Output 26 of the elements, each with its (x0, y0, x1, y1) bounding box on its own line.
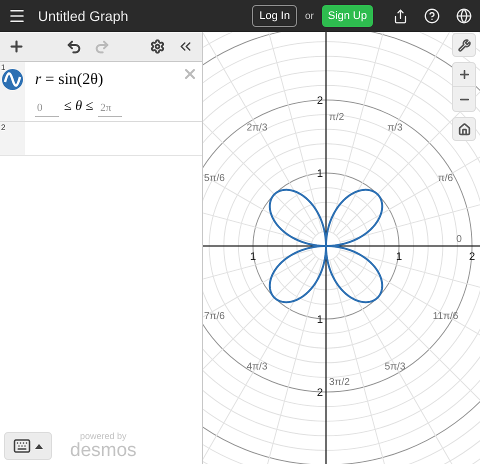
angle-label: 4π/3 (246, 362, 268, 372)
powered-by-text: powered by (80, 432, 127, 441)
or-text: or (304, 10, 314, 24)
angle-label: 5π/6 (204, 173, 225, 184)
axis-tick-label: 2 (316, 387, 323, 399)
line-number: 2 (1, 122, 6, 134)
angle-label: 7π/6 (204, 311, 225, 322)
desmos-logo-text: desmos (70, 441, 137, 460)
angle-label: 0 (456, 234, 462, 245)
axis-tick-label: 2 (468, 251, 476, 263)
axis-tick-label: 1 (316, 168, 323, 180)
domain-inequality: ≤ θ ≤ (64, 98, 94, 116)
angle-label: 5π/3 (384, 362, 406, 372)
line-number: 1 (1, 62, 6, 74)
axis-tick-label: 2 (316, 95, 323, 107)
angle-label: π/6 (438, 173, 454, 184)
axis-tick-label: 1 (316, 314, 323, 326)
graph-title: Untitled Graph (38, 6, 128, 26)
angle-label: 3π/2 (329, 377, 350, 388)
angle-label: 2π/3 (246, 122, 268, 134)
angle-label: π/2 (329, 112, 344, 123)
angle-label: 11π/6 (432, 311, 458, 322)
equation: r = sin(2θ) (35, 70, 104, 90)
axis-tick-label: 1 (396, 251, 402, 263)
angle-label: π/3 (387, 122, 403, 134)
axis-tick-label: 1 (250, 251, 256, 263)
